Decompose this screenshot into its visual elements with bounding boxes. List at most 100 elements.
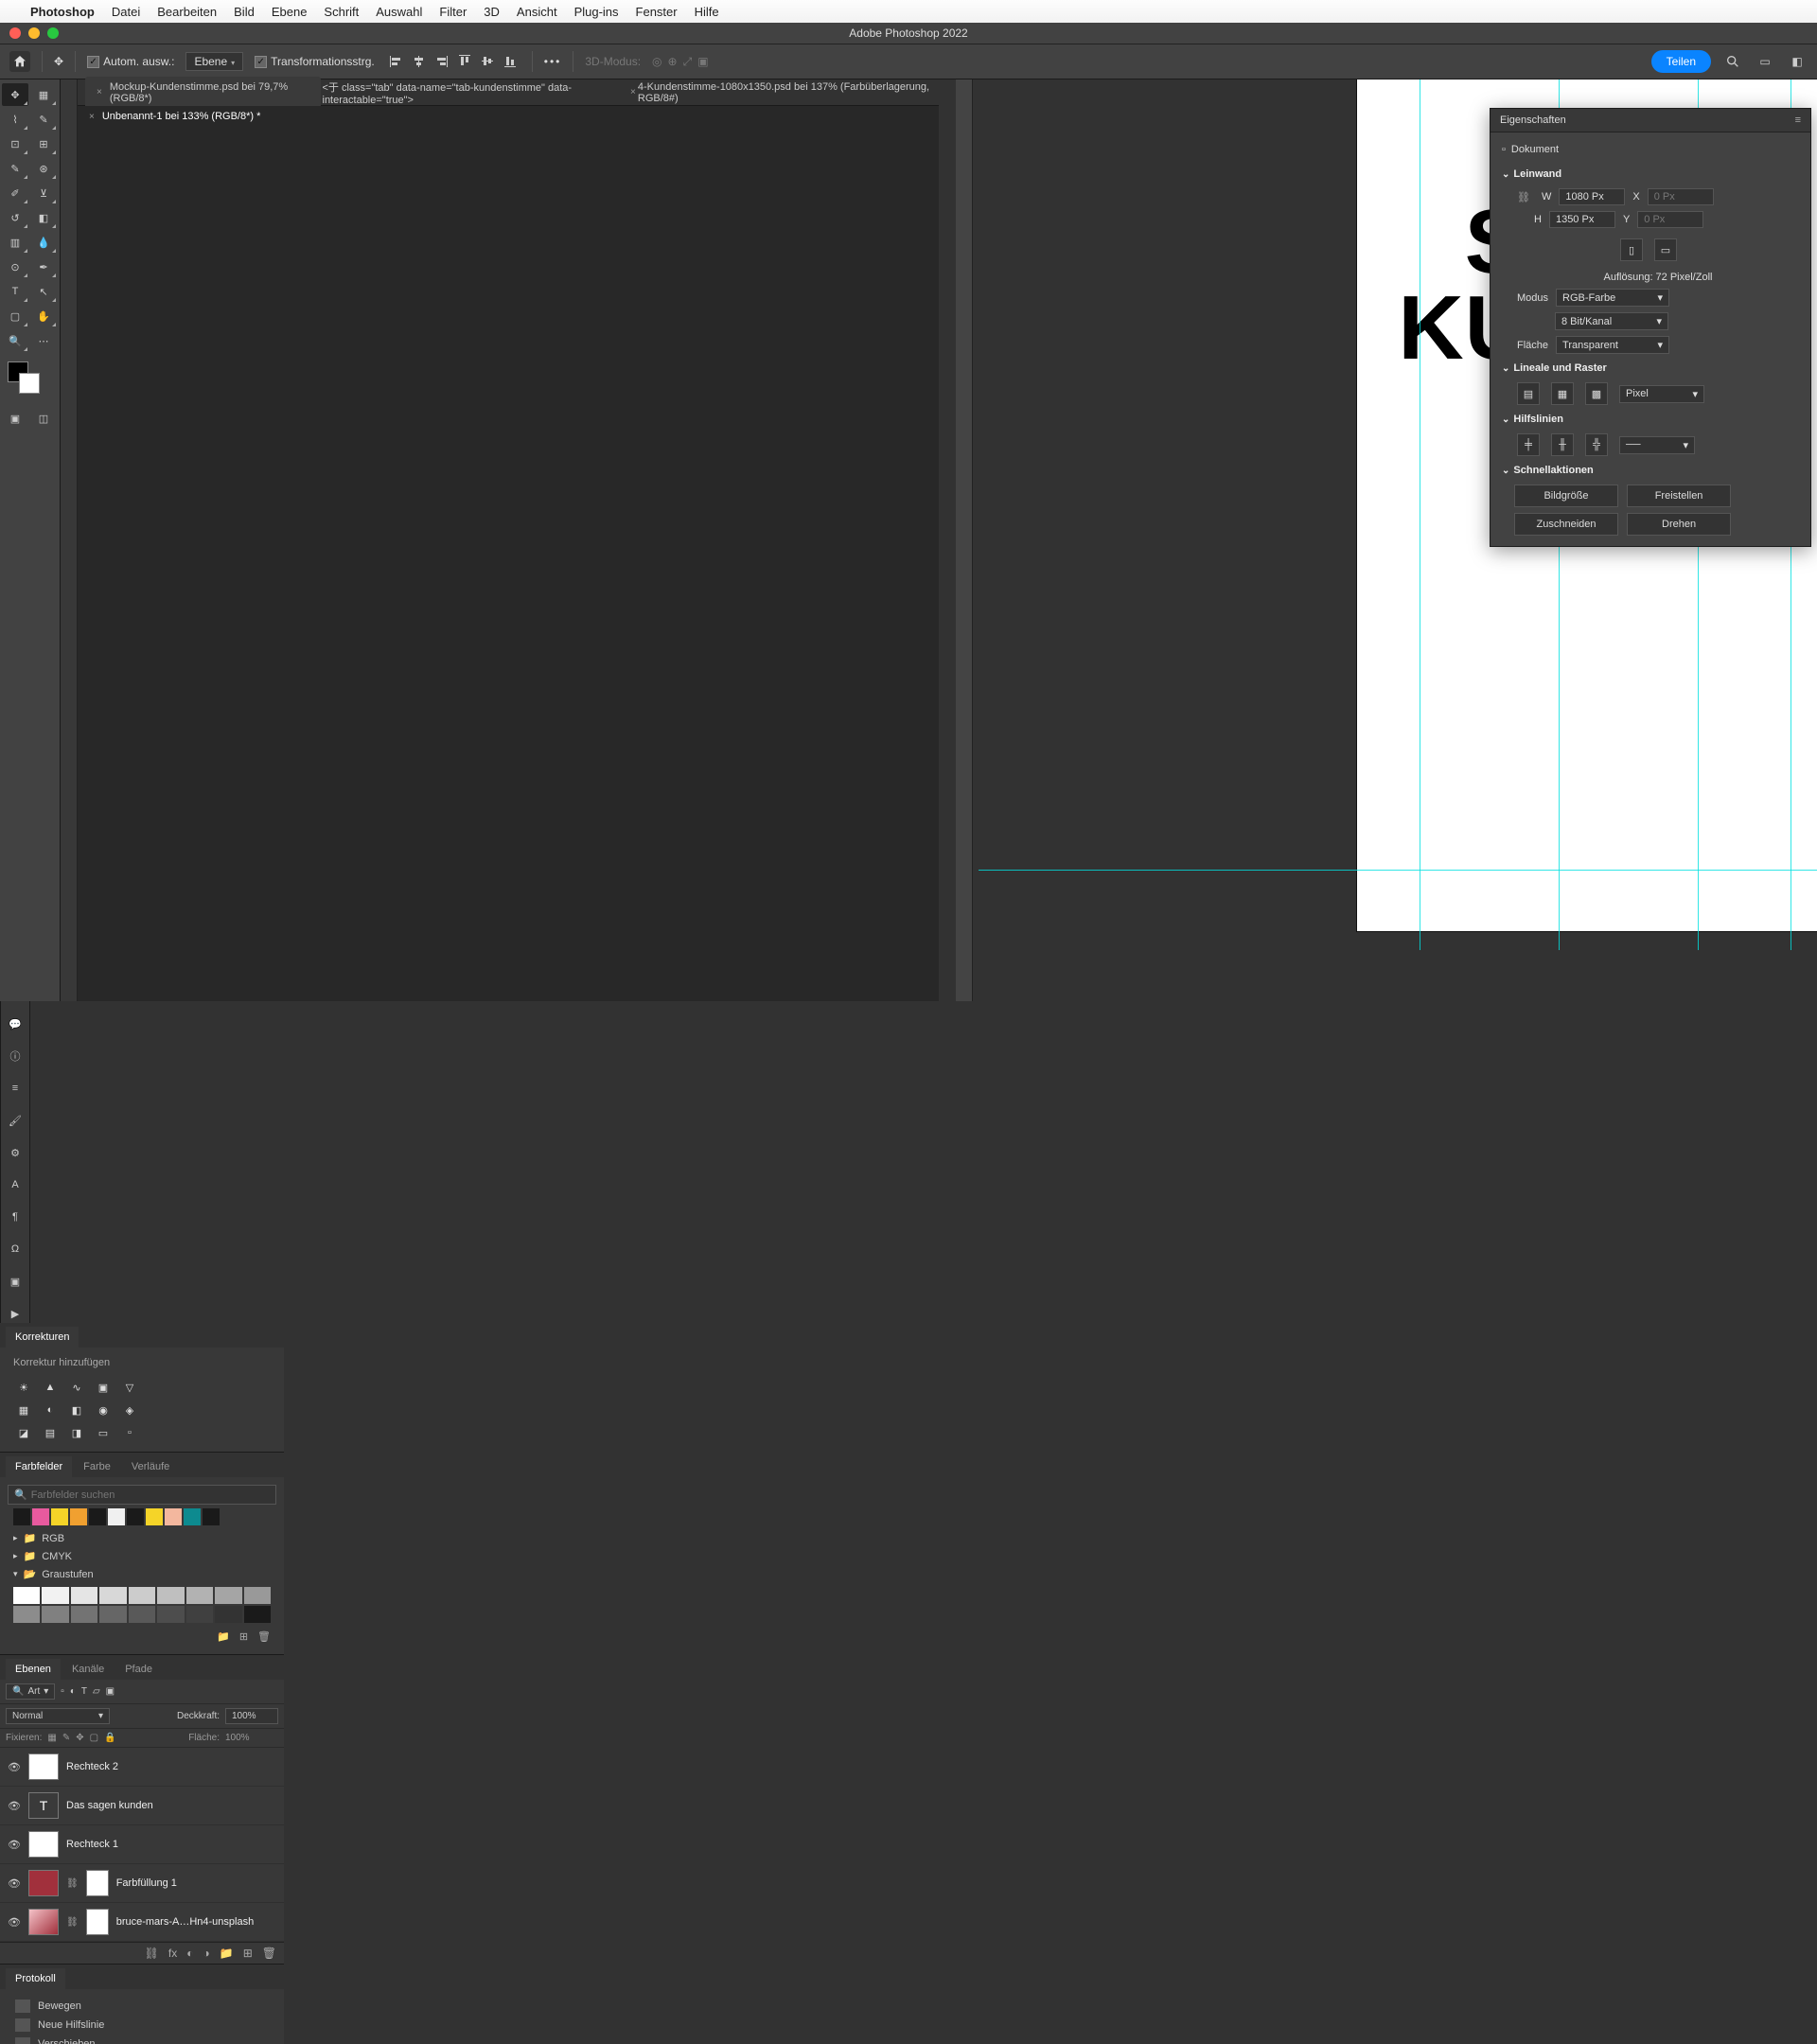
auto-select-target-dropdown[interactable]: Ebene	[185, 52, 243, 71]
screen-mode-toggle[interactable]: ◫	[30, 407, 57, 430]
move-tool[interactable]: ✥	[2, 83, 28, 106]
section-rulers[interactable]: Lineale und Raster	[1502, 357, 1799, 379]
gray-swatch[interactable]	[42, 1587, 68, 1604]
swatch-folder-icon[interactable]: 📁	[217, 1630, 230, 1643]
close-icon[interactable]: ×	[97, 87, 102, 97]
color-swatch[interactable]	[70, 1508, 87, 1525]
brushes-icon[interactable]: 🖌	[6, 1111, 25, 1130]
photo-filter-icon[interactable]: ◉	[93, 1401, 114, 1418]
edit-toolbar[interactable]: ⋯	[30, 329, 57, 352]
link-layers-icon[interactable]: ⛓	[145, 1947, 159, 1960]
tab-pfade[interactable]: Pfade	[115, 1659, 162, 1680]
color-swatch[interactable]	[203, 1508, 220, 1525]
color-swatch[interactable]	[13, 1508, 30, 1525]
color-swatch[interactable]	[184, 1508, 201, 1525]
color-swatch[interactable]	[108, 1508, 125, 1525]
gray-swatch[interactable]	[186, 1587, 213, 1604]
visibility-toggle[interactable]: 👁	[8, 1839, 21, 1851]
color-swatch[interactable]	[89, 1508, 106, 1525]
eyedropper-tool[interactable]: ✎	[2, 157, 28, 180]
color-swatch[interactable]	[51, 1508, 68, 1525]
fill-input[interactable]: 100%	[225, 1733, 278, 1743]
fx-icon[interactable]: fx	[168, 1947, 177, 1960]
menu-hilfe[interactable]: Hilfe	[695, 5, 719, 19]
folder-cmyk[interactable]: 📁CMYK	[8, 1547, 276, 1565]
ruler-unit-dropdown[interactable]: Pixel▾	[1619, 385, 1704, 403]
pen-tool[interactable]: ✒	[30, 256, 57, 278]
visibility-toggle[interactable]: 👁	[8, 1877, 21, 1890]
layer-row[interactable]: 👁Rechteck 2	[0, 1748, 284, 1787]
gray-swatch[interactable]	[186, 1606, 213, 1623]
crop-tool[interactable]: ⊡	[2, 132, 28, 155]
app-name[interactable]: Photoshop	[30, 5, 95, 19]
brush-tool[interactable]: ✐	[2, 182, 28, 204]
section-guides[interactable]: Hilfslinien	[1502, 408, 1799, 431]
maximize-button[interactable]	[47, 27, 59, 39]
guide-style-dropdown[interactable]: ──▾	[1619, 436, 1695, 454]
selective-color-icon[interactable]: ▫	[119, 1424, 140, 1441]
gray-swatch[interactable]	[215, 1587, 241, 1604]
settings-icon[interactable]: ⚙	[6, 1143, 25, 1162]
landscape-icon[interactable]: ▭	[1654, 238, 1677, 261]
background-fill-dropdown[interactable]: Transparent▾	[1556, 336, 1669, 354]
home-button[interactable]	[9, 51, 30, 72]
more-options-icon[interactable]: •••	[544, 55, 562, 68]
lock-position-icon[interactable]: ✥	[76, 1733, 83, 1743]
threshold-icon[interactable]: ◨	[66, 1424, 87, 1441]
delete-swatch-icon[interactable]: 🗑	[257, 1630, 271, 1643]
viewport[interactable]: DAS SAGEN KUNDEN Eigenschaften≡	[973, 79, 1817, 1001]
section-quick-actions[interactable]: Schnellaktionen	[1502, 459, 1799, 482]
crop-button[interactable]: Freistellen	[1627, 485, 1731, 507]
gray-swatch[interactable]	[99, 1587, 126, 1604]
menu-bearbeiten[interactable]: Bearbeiten	[157, 5, 217, 19]
guide-horizontal[interactable]	[979, 870, 1817, 871]
brightness-icon[interactable]: ☀	[13, 1379, 34, 1396]
color-mode-dropdown[interactable]: RGB-Farbe▾	[1556, 289, 1669, 307]
new-layer-icon[interactable]: ⊞	[243, 1947, 253, 1960]
screen-mode-icon[interactable]: ▭	[1755, 51, 1775, 72]
tab-unbenannt[interactable]: ×Unbenannt-1 bei 133% (RGB/8*) *	[78, 106, 939, 127]
close-icon[interactable]: ×	[89, 112, 95, 122]
layer-row[interactable]: 👁⛓bruce-mars-A…Hn4-unsplash	[0, 1903, 284, 1942]
x-input[interactable]: 0 Px	[1648, 188, 1714, 205]
section-canvas[interactable]: Leinwand	[1502, 163, 1799, 185]
visibility-toggle[interactable]: 👁	[8, 1761, 21, 1773]
gray-swatch[interactable]	[157, 1587, 184, 1604]
gradient-tool[interactable]: ▥	[2, 231, 28, 254]
menu-auswahl[interactable]: Auswahl	[376, 5, 422, 19]
menu-filter[interactable]: Filter	[439, 5, 467, 19]
shape-tool[interactable]: ▢	[2, 305, 28, 327]
tab-farbfelder[interactable]: Farbfelder	[6, 1456, 72, 1477]
guides-lock-icon[interactable]: ╫	[1551, 433, 1574, 456]
align-center-h-icon[interactable]	[409, 51, 430, 72]
menu-schrift[interactable]: Schrift	[324, 5, 359, 19]
tab-kanale[interactable]: Kanäle	[62, 1659, 114, 1680]
tab-mockup[interactable]: ×Mockup-Kundenstimme.psd bei 79,7% (RGB/…	[85, 77, 321, 109]
left-dock-strip[interactable]	[61, 79, 78, 1001]
ruler-icon[interactable]: ▤	[1517, 382, 1540, 405]
mask-thumbnail[interactable]	[86, 1870, 109, 1896]
delete-layer-icon[interactable]: 🗑	[262, 1947, 276, 1960]
frame-tool[interactable]: ⊞	[30, 132, 57, 155]
lock-pixels-icon[interactable]: ▦	[47, 1733, 56, 1743]
hue-icon[interactable]: ▦	[13, 1401, 34, 1418]
libraries-icon[interactable]: ▣	[6, 1272, 25, 1291]
auto-select-checkbox[interactable]: ✓Autom. ausw.:	[87, 55, 174, 68]
tab-farbe[interactable]: Farbe	[74, 1456, 120, 1477]
color-balance-icon[interactable]: ◐	[40, 1401, 61, 1418]
glyphs-icon[interactable]: Ω	[6, 1240, 25, 1259]
history-state[interactable]: Bewegen	[8, 1997, 276, 2016]
mask-icon[interactable]: ◐	[186, 1947, 193, 1960]
filter-smart-icon[interactable]: ▣	[106, 1686, 115, 1697]
eraser-tool[interactable]: ◧	[30, 206, 57, 229]
history-state[interactable]: Verschieben	[8, 2035, 276, 2044]
artboard-tool[interactable]: ▦	[30, 83, 57, 106]
height-input[interactable]: 1350 Px	[1549, 211, 1615, 228]
mask-thumbnail[interactable]	[86, 1909, 109, 1935]
panel-menu-icon[interactable]: ≡	[1795, 115, 1801, 126]
color-swatch[interactable]	[146, 1508, 163, 1525]
color-swatch[interactable]	[32, 1508, 49, 1525]
align-top-icon[interactable]	[454, 51, 475, 72]
gray-swatch[interactable]	[42, 1606, 68, 1623]
visibility-toggle[interactable]: 👁	[8, 1800, 21, 1812]
